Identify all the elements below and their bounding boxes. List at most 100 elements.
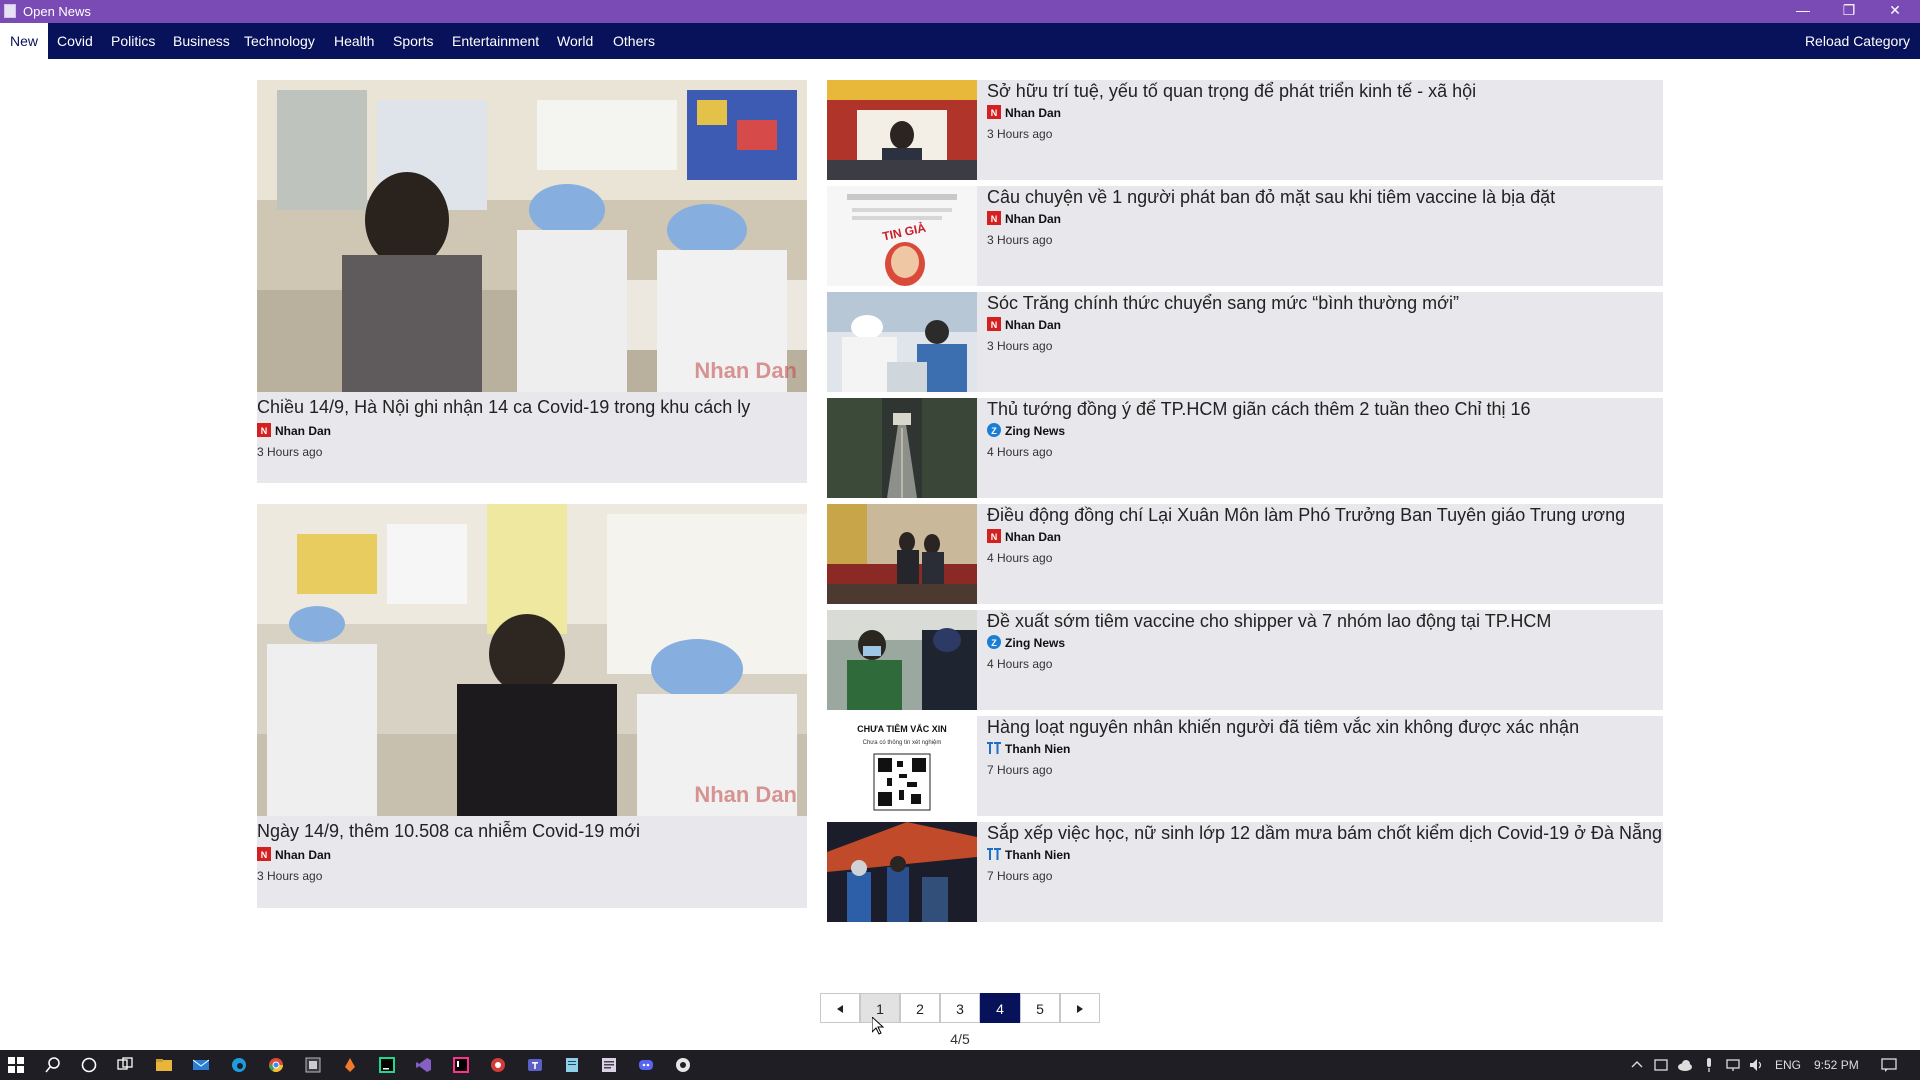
source-name: Nhan Dan [1005,212,1062,226]
app-red-icon[interactable] [490,1057,506,1073]
tab-politics[interactable]: Politics [101,23,165,59]
page-button-5[interactable]: 5 [1020,993,1060,1023]
article-time: 4 Hours ago [987,657,1053,671]
article-title[interactable]: Sóc Trăng chính thức chuyển sang mức “bì… [987,293,1459,314]
article-thumbnail [827,610,977,710]
svg-text:N: N [261,426,268,436]
app-icon [4,4,16,18]
article-card[interactable]: Sóc Trăng chính thức chuyển sang mức “bì… [827,292,1663,392]
tab-business[interactable]: Business [163,23,240,59]
nhandan-logo-icon: N [987,317,1001,331]
source-name: Zing News [1005,636,1066,650]
clock[interactable]: 9:52 PM [1814,1058,1859,1072]
onedrive-cloud-icon[interactable] [1677,1057,1693,1073]
chevron-up-icon[interactable] [1629,1057,1645,1073]
tray-app-icon[interactable] [1653,1057,1669,1073]
source-name: Thanh Nien [1005,848,1071,862]
article-title[interactable]: Đề xuất sớm tiêm vaccine cho shipper và … [987,611,1551,632]
svg-text:N: N [261,850,268,860]
article-thumbnail [827,822,977,922]
tab-covid[interactable]: Covid [47,23,103,59]
tab-new[interactable]: New [0,23,49,59]
article-title[interactable]: Hàng loạt nguyên nhân khiến người đã tiê… [987,717,1579,738]
article-title[interactable]: Sở hữu trí tuệ, yếu tố quan trọng để phá… [987,81,1476,102]
article-title[interactable]: Câu chuyện về 1 người phát ban đỏ mặt sa… [987,187,1555,208]
article-title[interactable]: Điều động đồng chí Lại Xuân Môn làm Phó … [987,505,1625,526]
open-news-app-icon[interactable] [601,1057,617,1073]
tab-health[interactable]: Health [324,23,384,59]
tab-entertainment[interactable]: Entertainment [442,23,549,59]
featured-source: N Nhan Dan [257,423,331,438]
tab-world[interactable]: World [547,23,603,59]
prev-page-button[interactable] [820,993,860,1023]
pycharm-icon[interactable] [379,1057,395,1073]
file-explorer-icon[interactable] [156,1057,172,1073]
tab-technology[interactable]: Technology [234,23,325,59]
article-card[interactable]: Thủ tướng đồng ý để TP.HCM giãn cách thê… [827,398,1663,498]
source-name: Zing News [1005,424,1066,438]
tab-sports[interactable]: Sports [383,23,443,59]
source-name: Nhan Dan [275,848,332,862]
teams-icon[interactable] [527,1057,543,1073]
featured-title[interactable]: Ngày 14/9, thêm 10.508 ca nhiễm Covid-19… [257,821,640,842]
svg-text:Z: Z [991,426,997,436]
search-icon[interactable] [45,1057,61,1073]
svg-text:N: N [991,214,998,224]
article-time: 7 Hours ago [987,763,1053,777]
network-icon[interactable] [1725,1057,1741,1073]
language-indicator[interactable]: ENG [1775,1058,1801,1072]
article-card[interactable]: CHƯA TIÊM VẮC XIN Chưa có thông tin xét … [827,716,1663,816]
article-card[interactable]: Đề xuất sớm tiêm vaccine cho shipper và … [827,610,1663,710]
nhandan-logo-icon: N [257,423,271,437]
restore-button[interactable]: ❐ [1826,0,1872,23]
article-thumbnail [827,80,977,180]
page-indicator: 4/5 [950,1031,970,1047]
article-thumbnail [827,504,977,604]
article-card[interactable]: Sở hữu trí tuệ, yếu tố quan trọng để phá… [827,80,1663,180]
close-button[interactable]: ✕ [1872,0,1918,23]
article-time: 3 Hours ago [987,127,1053,141]
chrome-icon[interactable] [268,1057,284,1073]
article-thumbnail [827,398,977,498]
article-title[interactable]: Sắp xếp việc học, nữ sinh lớp 12 dầm mưa… [987,823,1662,844]
article-card[interactable]: Điều động đồng chí Lại Xuân Môn làm Phó … [827,504,1663,604]
edge-icon[interactable] [231,1057,247,1073]
featured-time: 3 Hours ago [257,869,323,883]
featured-image: Nhan Dan [257,80,807,392]
page-button-3[interactable]: 3 [940,993,980,1023]
discord-icon[interactable] [638,1057,654,1073]
article-source: Z Zing News [987,635,1065,650]
app-white-icon[interactable] [675,1057,691,1073]
mail-icon[interactable] [193,1057,209,1073]
visual-studio-icon[interactable] [416,1057,432,1073]
next-page-button[interactable] [1060,993,1100,1023]
intellij-icon[interactable] [453,1057,469,1073]
app-flame-icon[interactable] [342,1057,358,1073]
article-source: N Nhan Dan [987,211,1061,226]
featured-time: 3 Hours ago [257,445,323,459]
reload-category-button[interactable]: Reload Category [1805,23,1910,59]
article-card[interactable]: Sắp xếp việc học, nữ sinh lớp 12 dầm mưa… [827,822,1663,922]
windows-start-icon[interactable] [8,1057,24,1073]
source-name: Nhan Dan [275,424,332,438]
task-view-icon[interactable] [117,1057,133,1073]
microphone-icon[interactable] [1701,1057,1717,1073]
window-titlebar: Open News — ❐ ✕ [0,0,1920,23]
app-tools-icon[interactable] [305,1057,321,1073]
article-card[interactable]: TIN GIẢ Câu chuyện về 1 người phát ban đ… [827,186,1663,286]
featured-card[interactable]: Nhan Dan Ngày 14/9, thêm 10.508 ca nhiễm… [257,504,807,908]
page-button-2[interactable]: 2 [900,993,940,1023]
notepad-icon[interactable] [564,1057,580,1073]
notification-icon[interactable] [1881,1057,1897,1073]
minimize-button[interactable]: — [1780,0,1826,23]
cortana-icon[interactable] [81,1057,97,1073]
featured-card[interactable]: Nhan Dan Chiều 14/9, Hà Nội ghi nhận 14 … [257,80,807,483]
thumb-subheading: Chưa có thông tin xét nghiệm [863,740,942,746]
article-time: 7 Hours ago [987,869,1053,883]
tab-others[interactable]: Others [603,23,665,59]
featured-title[interactable]: Chiều 14/9, Hà Nội ghi nhận 14 ca Covid-… [257,397,750,418]
page-button-4[interactable]: 4 [980,993,1020,1023]
article-title[interactable]: Thủ tướng đồng ý để TP.HCM giãn cách thê… [987,399,1531,420]
volume-icon[interactable] [1749,1057,1765,1073]
article-thumbnail [827,292,977,392]
